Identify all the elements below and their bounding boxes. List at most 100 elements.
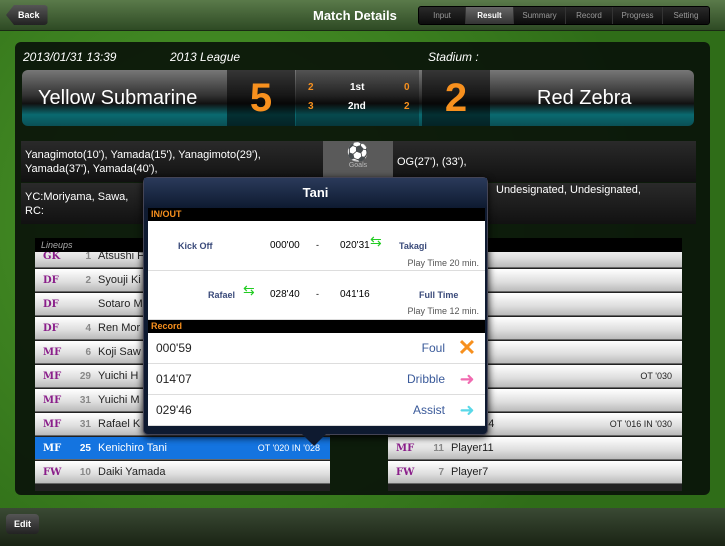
edit-button[interactable]: Edit bbox=[6, 514, 39, 534]
in-from: Rafael bbox=[208, 290, 236, 300]
player-name: Yuichi H bbox=[98, 370, 139, 382]
player-name: Sotaro M bbox=[98, 298, 143, 310]
record-kind: Dribble bbox=[406, 372, 445, 386]
record-kind: Foul bbox=[421, 341, 445, 355]
tab-bar: Input Result Summary Record Progress Set… bbox=[418, 6, 710, 25]
player-pos: FW bbox=[43, 467, 62, 478]
player-num: 7 bbox=[438, 467, 444, 478]
substitution-icon: ⇆ bbox=[243, 282, 255, 298]
soccer-ball-icon: ⚽ bbox=[346, 142, 370, 162]
substitution-icon: ⇆ bbox=[370, 233, 382, 249]
record-time: 029'46 bbox=[156, 403, 192, 417]
inout-entry: Rafael ⇆ 028'40 - 041'16 Full Time Play … bbox=[148, 271, 485, 320]
out-to: Takagi bbox=[399, 241, 427, 251]
lineup-row[interactable]: FW 10 Daiki Yamada bbox=[35, 461, 330, 484]
popover-title: Tani bbox=[144, 178, 487, 208]
player-name: Syouji Ki bbox=[98, 274, 141, 286]
top-bar: Back Match Details Input Result Summary … bbox=[0, 0, 725, 31]
record-section-header: Record bbox=[148, 320, 485, 333]
lineup-row[interactable]: MF 11 Player11 bbox=[388, 437, 682, 460]
player-name: Player11 bbox=[451, 442, 494, 454]
tab-input[interactable]: Input bbox=[419, 7, 466, 24]
dash: - bbox=[316, 240, 319, 250]
popover-arrow bbox=[302, 434, 326, 446]
home-goals: Yanagimoto(10'), Yamada(15'), Yanagimoto… bbox=[25, 149, 261, 175]
player-pos: MF bbox=[43, 347, 62, 358]
player-num: 31 bbox=[79, 419, 91, 430]
player-num: 4 bbox=[85, 323, 91, 334]
player-pos: FW bbox=[396, 467, 415, 478]
lineup-row[interactable]: MF 25 Kenichiro Tani OT '020 IN '028 bbox=[35, 437, 330, 460]
in-end: 020'31 bbox=[340, 240, 370, 251]
player-num: 11 bbox=[433, 443, 444, 454]
tab-progress[interactable]: Progress bbox=[613, 7, 663, 24]
record-kind: Assist bbox=[412, 403, 445, 417]
in-start: 000'00 bbox=[270, 240, 300, 251]
home-2nd: 3 bbox=[308, 101, 314, 112]
goals-button[interactable]: ⚽ Goals bbox=[323, 141, 393, 182]
player-note: OT '016 IN '030 bbox=[609, 419, 672, 429]
record-item[interactable]: 029'46 Assist ➜ bbox=[148, 395, 485, 426]
stadium: Stadium : bbox=[428, 50, 479, 64]
player-pos: MF bbox=[396, 443, 415, 454]
inout-section-header: IN/OUT bbox=[148, 208, 485, 221]
play-time: Play Time 20 min. bbox=[407, 258, 479, 268]
out-to: Full Time bbox=[419, 290, 459, 300]
player-name: Koji Saw bbox=[98, 346, 141, 358]
player-pos: DF bbox=[43, 275, 59, 286]
home-yellow-cards: YC:Moriyama, Sawa, bbox=[25, 191, 129, 203]
lineup-row[interactable]: FW 7 Player7 bbox=[388, 461, 682, 484]
player-num: 25 bbox=[79, 443, 91, 454]
player-name: Daiki Yamada bbox=[98, 466, 166, 478]
player-num: 2 bbox=[85, 275, 91, 286]
away-2nd: 2 bbox=[404, 101, 410, 112]
score-bar: Yellow Submarine 5 2 1st 0 3 2nd 2 2 Red… bbox=[22, 70, 694, 126]
match-datetime: 2013/01/31 13:39 bbox=[23, 50, 117, 64]
player-pos: MF bbox=[43, 443, 62, 454]
player-note: OT '030 bbox=[640, 371, 672, 381]
away-goals: OG(27'), (33'), bbox=[397, 156, 467, 168]
away-score: 2 bbox=[422, 70, 490, 126]
player-pos: MF bbox=[43, 419, 62, 430]
tab-setting[interactable]: Setting bbox=[663, 7, 709, 24]
goals-label: Goals bbox=[348, 162, 368, 169]
play-time: Play Time 12 min. bbox=[407, 306, 479, 316]
period-scores: 2 1st 0 3 2nd 2 bbox=[296, 70, 419, 126]
player-pos: DF bbox=[43, 323, 59, 334]
away-cards: Undesignated, Undesignated, bbox=[496, 184, 641, 196]
tab-result[interactable]: Result bbox=[466, 7, 514, 24]
record-item[interactable]: 014'07 Dribble ➜ bbox=[148, 364, 485, 395]
away-1st: 0 bbox=[404, 82, 410, 93]
home-red-cards: RC: bbox=[25, 205, 44, 217]
player-num: 29 bbox=[79, 371, 91, 382]
player-pos: MF bbox=[43, 395, 62, 406]
in-start: 028'40 bbox=[270, 289, 300, 300]
player-num: 31 bbox=[79, 395, 91, 406]
record-time: 014'07 bbox=[156, 372, 192, 386]
dribble-arrow-icon: ➜ bbox=[459, 369, 475, 389]
dash: - bbox=[316, 289, 319, 299]
player-num: 6 bbox=[85, 347, 91, 358]
in-end: 041'16 bbox=[340, 289, 370, 300]
player-num: 10 bbox=[79, 467, 91, 478]
player-pos: MF bbox=[43, 371, 62, 382]
goals-row: Yanagimoto(10'), Yamada(15'), Yanagimoto… bbox=[21, 141, 696, 182]
assist-ball-icon: ➜ bbox=[459, 400, 475, 420]
player-name: Kenichiro Tani bbox=[98, 442, 167, 454]
back-button[interactable]: Back bbox=[6, 5, 48, 25]
tab-record[interactable]: Record bbox=[566, 7, 613, 24]
home-team-name: Yellow Submarine bbox=[38, 87, 198, 109]
in-from: Kick Off bbox=[178, 241, 213, 251]
competition: 2013 League bbox=[170, 50, 241, 64]
away-team-name: Red Zebra bbox=[537, 87, 632, 109]
inout-entry: Kick Off 000'00 - 020'31 ⇆ Takagi Play T… bbox=[148, 221, 485, 271]
record-time: 000'59 bbox=[156, 341, 192, 355]
home-score: 5 bbox=[227, 70, 295, 126]
player-pos: DF bbox=[43, 299, 59, 310]
record-item[interactable]: 000'59 Foul ✕ bbox=[148, 333, 485, 364]
home-1st: 2 bbox=[308, 82, 314, 93]
player-popover: Tani IN/OUT Kick Off 000'00 - 020'31 ⇆ T… bbox=[143, 177, 488, 435]
player-name: Yuichi M bbox=[98, 394, 140, 406]
tab-summary[interactable]: Summary bbox=[514, 7, 566, 24]
bottom-bar: Edit bbox=[0, 508, 725, 546]
